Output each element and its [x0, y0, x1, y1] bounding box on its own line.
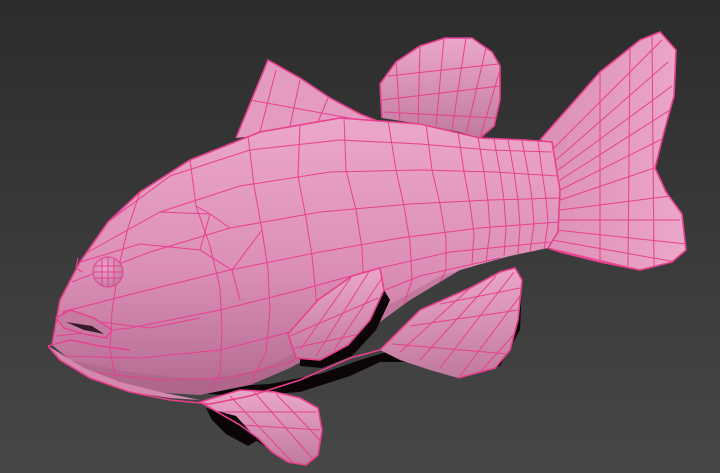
- scene-canvas[interactable]: [0, 0, 720, 473]
- eye[interactable]: [92, 256, 124, 288]
- 3d-viewport[interactable]: [0, 0, 720, 473]
